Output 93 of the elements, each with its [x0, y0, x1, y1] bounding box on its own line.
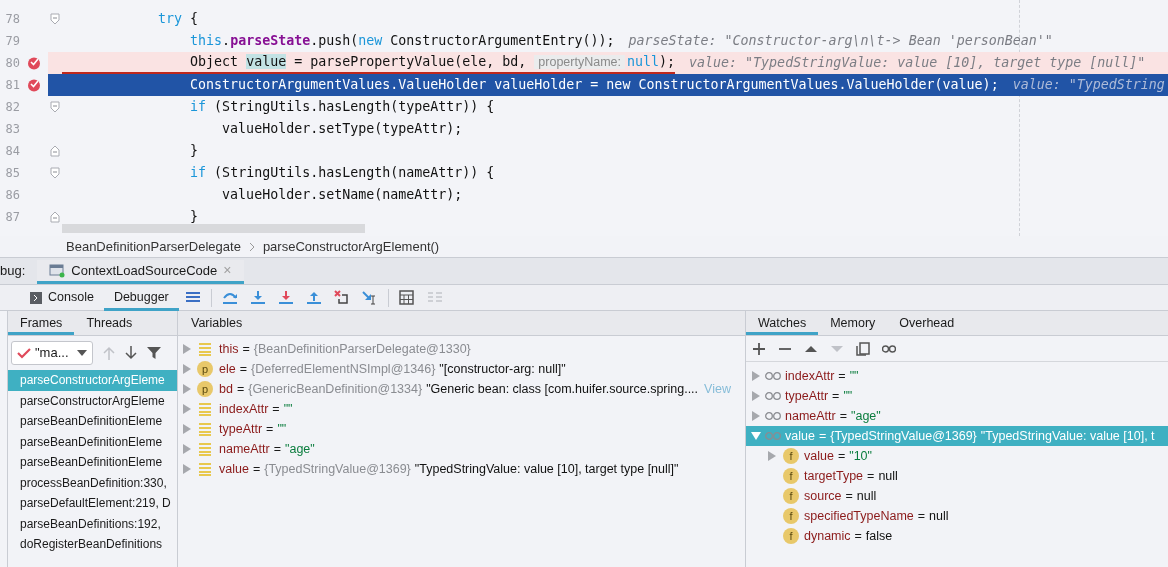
panel-tab[interactable]: Overhead	[887, 311, 967, 335]
field-value: dynamic = false	[804, 527, 893, 545]
session-tab[interactable]: ContextLoadSourceCode ×	[37, 260, 244, 284]
variable-icon	[197, 422, 213, 436]
line-number: 81	[4, 77, 20, 94]
frame-item[interactable]: parseDefaultElement:219, D	[8, 493, 177, 514]
variable-value: indexAttr = ""	[219, 400, 293, 418]
field-icon: f	[783, 508, 799, 524]
code-line: if (StringUtils.hasLength(typeAttr)) {	[189, 98, 495, 117]
variable-value: this = {BeanDefinitionParserDelegate@1330}	[219, 340, 472, 358]
code-line: this.parseState.push(new ConstructorArgumentEntry());	[189, 32, 615, 51]
step-over-icon[interactable]	[221, 290, 238, 305]
line-number: 79	[4, 33, 20, 50]
variable-value: bd = {GenericBeanDefinition@1334} "Generic bean: class [com.huifer.source.spring....	[219, 380, 699, 398]
frame-item[interactable]: parseConstructorArgEleme	[8, 390, 177, 411]
step-into-icon[interactable]	[249, 290, 266, 305]
panel-tab[interactable]: Watches	[746, 311, 819, 335]
add-icon[interactable]	[752, 341, 766, 356]
horizontal-scrollbar[interactable]	[62, 224, 365, 233]
line-number: 86	[4, 187, 20, 204]
code-line: try {	[157, 10, 199, 29]
frame-item[interactable]: parseBeanDefinitionEleme	[8, 431, 177, 452]
code-line: valueHolder.setType(typeAttr);	[221, 120, 463, 139]
frame-item[interactable]: doRegisterBeanDefinitions	[8, 534, 177, 555]
frame-item[interactable]: parseBeanDefinitionEleme	[8, 411, 177, 432]
console-icon	[30, 291, 42, 304]
inline-value-hint: value: "TypedString	[1012, 76, 1165, 95]
code-line: valueHolder.setName(nameAttr);	[221, 186, 463, 205]
copy-icon[interactable]	[856, 341, 870, 356]
step-out-icon[interactable]	[305, 290, 322, 305]
field-icon: f	[783, 488, 799, 504]
panel-tab[interactable]: Frames	[8, 311, 75, 335]
glasses-icon	[765, 411, 781, 421]
window-icon	[49, 263, 66, 278]
line-number: 82	[4, 99, 20, 116]
field-icon: f	[783, 468, 799, 484]
tool-tab[interactable]: Console	[20, 284, 104, 311]
breadcrumb[interactable]: parseConstructorArgElement()	[262, 236, 440, 257]
watch-row[interactable]: nameAttr = "age"	[746, 406, 1168, 426]
calculator-icon[interactable]	[398, 290, 415, 305]
frame-item[interactable]: parseBeanDefinitions:192,	[8, 513, 177, 534]
watch-row[interactable]: typeAttr = ""	[746, 386, 1168, 406]
thread-dropdown[interactable]: "ma...	[11, 341, 93, 365]
field-value: specifiedTypeName = null	[804, 507, 949, 525]
line-number: 83	[4, 121, 20, 138]
code-line: }	[189, 208, 199, 227]
field-value: targetType = null	[804, 467, 898, 485]
glasses-icon	[765, 431, 781, 441]
watch-row[interactable]: indexAttr = ""	[746, 366, 1168, 386]
run-to-cursor-icon[interactable]	[361, 290, 378, 305]
variable-value: nameAttr = "age"	[219, 440, 315, 458]
up-arrow-icon	[103, 346, 115, 360]
inline-value-hint: value: "TypedStringValue: value [10], target type [null]"	[689, 54, 1146, 73]
frame-item[interactable]: processBeanDefinition:330,	[8, 472, 177, 493]
variable-icon	[197, 462, 213, 476]
collapse-arrow-icon	[751, 431, 761, 441]
force-step-into-icon[interactable]	[277, 290, 294, 305]
drop-frame-icon[interactable]	[333, 290, 350, 305]
variable-icon	[197, 342, 213, 356]
variable-icon	[197, 442, 213, 456]
variable-value: typeAttr = ""	[219, 420, 287, 438]
field-value: value = "10"	[804, 447, 872, 465]
line-number: 87	[4, 209, 20, 226]
caret-icon	[77, 350, 87, 356]
field-icon: f	[783, 528, 799, 544]
field-icon: f	[783, 448, 799, 464]
debug-label: bug:	[0, 262, 26, 281]
variable-value: value = {TypedStringValue@1369} "TypedStringValue: value [10], target type [null]"	[219, 460, 679, 478]
field-value: source = null	[804, 487, 877, 505]
parameter-icon: p	[197, 361, 213, 377]
menu-icon[interactable]	[184, 290, 201, 305]
line-number: 80	[4, 55, 20, 72]
glasses-icon	[765, 371, 781, 381]
panel-tab[interactable]: Threads	[74, 311, 145, 335]
check-icon	[17, 347, 31, 359]
breadcrumb[interactable]: BeanDefinitionParserDelegate	[66, 236, 241, 257]
code-line: if (StringUtils.hasLength(nameAttr)) {	[189, 164, 495, 183]
glasses-icon	[765, 391, 781, 401]
chevron-icon	[248, 241, 255, 252]
variable-icon	[197, 402, 213, 416]
panel-tab[interactable]: Memory	[818, 311, 888, 335]
line-number: 78	[4, 11, 20, 28]
line-number: 84	[4, 143, 20, 160]
down-arrow-icon	[125, 346, 137, 360]
code-line: }	[189, 142, 199, 161]
code-line: ConstructorArgumentValues.ValueHolder valueHolder = new ConstructorArgumentValues.ValueHolder(value);	[189, 76, 999, 95]
filter-icon	[147, 346, 161, 360]
variable-value: ele = {DeferredElementNSImpl@1346} "[constructor-arg: null]"	[219, 360, 566, 378]
frame-item[interactable]: parseBeanDefinitionEleme	[8, 452, 177, 473]
panel-title: Variables	[191, 314, 243, 332]
inline-value-hint: parseState: "Constructor-arg\n\t-> Bean 'personBean'"	[628, 32, 1053, 51]
parameter-icon: p	[197, 381, 213, 397]
line-number: 85	[4, 165, 20, 182]
